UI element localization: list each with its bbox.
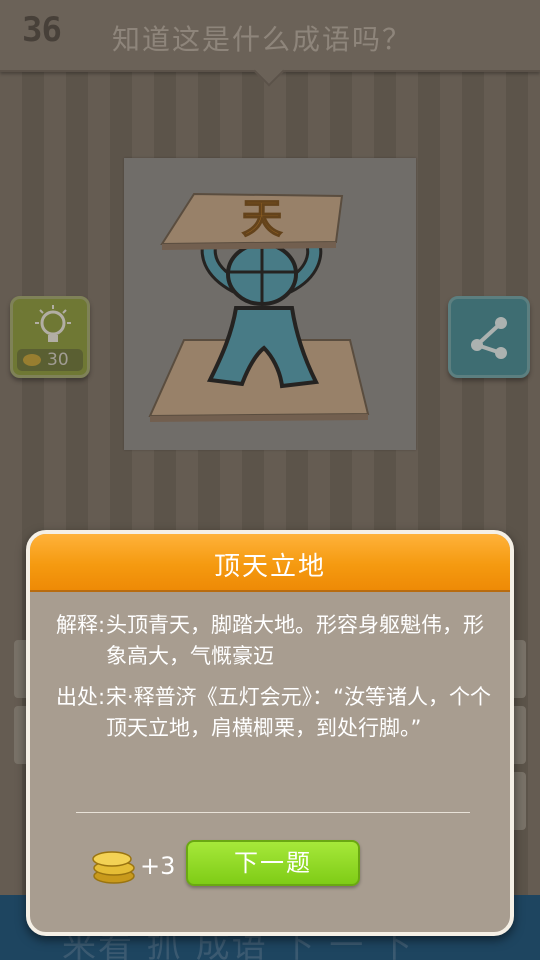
explanation-text: 头顶青天，脚踏大地。形容身躯魁伟，形象高大，气慨豪迈 (106, 613, 484, 668)
reward-amount: +3 (140, 852, 176, 880)
coins-icon (92, 851, 135, 884)
next-question-button[interactable]: 下一题 (186, 840, 360, 886)
explanation-label: 解释: (56, 613, 106, 637)
answer-dialog: 顶天立地 解释: 头顶青天，脚踏大地。形容身躯魁伟，形象高大，气慨豪迈 出处: … (26, 530, 514, 936)
dialog-header: 顶天立地 (30, 534, 510, 592)
idiom-title: 顶天立地 (213, 552, 326, 582)
source-text: 宋·释普济《五灯会元》：“汝等诸人，个个顶天立地，肩横楖栗，到处行脚。” (106, 685, 492, 740)
source-label: 出处: (56, 685, 106, 709)
divider (76, 812, 470, 813)
